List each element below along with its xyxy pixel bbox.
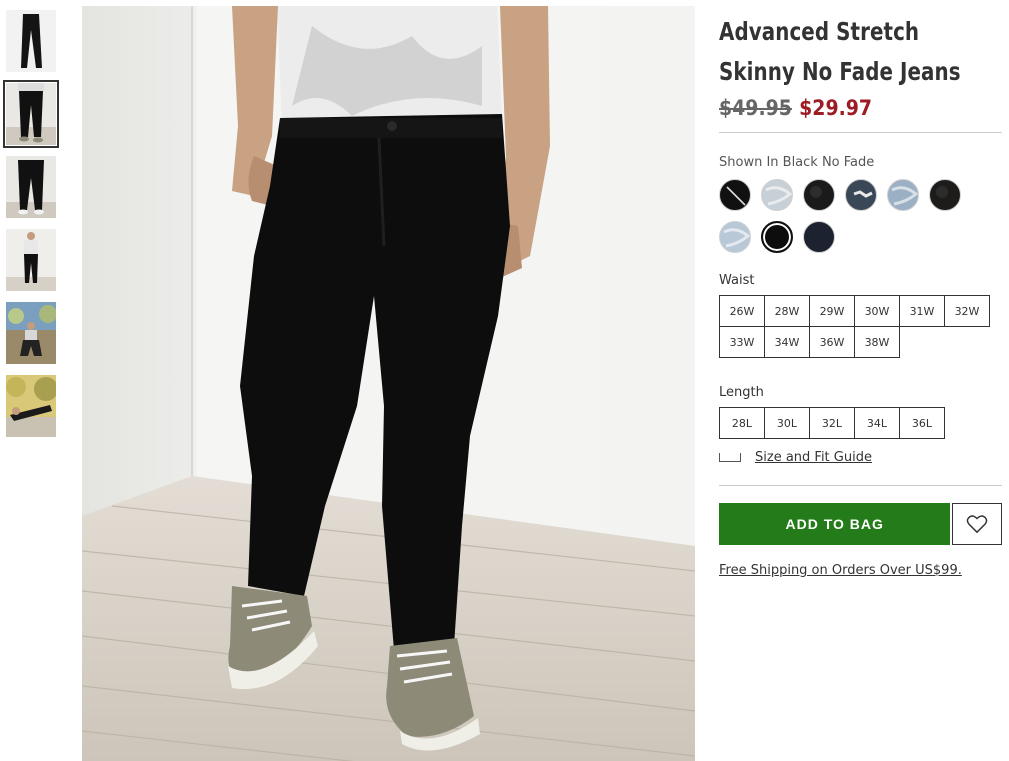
color-swatches [719, 179, 969, 253]
color-swatch[interactable] [803, 221, 835, 253]
price-row: $49.95 $29.97 [719, 96, 974, 126]
waist-size-29w[interactable]: 29W [809, 295, 855, 327]
color-swatch[interactable] [929, 179, 961, 211]
waist-size-34w[interactable]: 34W [764, 326, 810, 358]
product-info: Advanced Stretch Skinny No Fade Jeans $4… [719, 12, 1002, 578]
color-swatch[interactable] [887, 179, 919, 211]
waist-size-28w[interactable]: 28W [764, 295, 810, 327]
thumb-front-legs[interactable] [3, 80, 59, 148]
length-size-32l[interactable]: 32L [809, 407, 855, 439]
length-size-36l[interactable]: 36L [899, 407, 945, 439]
add-to-bag-button[interactable]: ADD TO BAG [719, 503, 951, 545]
thumb-flat-jeans[interactable] [6, 10, 56, 72]
waist-size-38w[interactable]: 38W [854, 326, 900, 358]
color-swatch[interactable] [719, 179, 751, 211]
product-title: Advanced Stretch Skinny No Fade Jeans [719, 12, 974, 92]
thumbnail-list [3, 10, 59, 448]
sale-price: $29.97 [799, 96, 873, 120]
wishlist-button[interactable] [952, 503, 1002, 545]
thumb-outdoor-lying[interactable] [6, 375, 56, 437]
color-swatch[interactable] [845, 179, 877, 211]
original-price: $49.95 [719, 96, 792, 120]
length-label: Length [719, 385, 764, 400]
thumb-back-legs[interactable] [6, 156, 56, 218]
waist-size-32w[interactable]: 32W [944, 295, 990, 327]
waist-size-33w[interactable]: 33W [719, 326, 765, 358]
color-swatch[interactable] [803, 179, 835, 211]
length-size-30l[interactable]: 30L [764, 407, 810, 439]
thumb-full-body[interactable] [6, 229, 56, 291]
heart-icon [966, 515, 988, 534]
color-swatch[interactable] [761, 221, 793, 253]
waist-size-30w[interactable]: 30W [854, 295, 900, 327]
ruler-icon [719, 453, 741, 462]
waist-size-31w[interactable]: 31W [899, 295, 945, 327]
length-size-grid: 28L 30L 32L 34L 36L [719, 407, 989, 439]
cta-row: ADD TO BAG [719, 503, 1002, 545]
color-swatch[interactable] [761, 179, 793, 211]
color-swatch[interactable] [719, 221, 751, 253]
divider [719, 132, 1002, 133]
waist-size-grid: 26W 28W 29W 30W 31W 32W 33W 34W 36W 38W [719, 295, 990, 358]
waist-size-36w[interactable]: 36W [809, 326, 855, 358]
free-shipping-link[interactable]: Free Shipping on Orders Over US$99. [719, 563, 1002, 578]
waist-label: Waist [719, 273, 755, 288]
divider [719, 485, 1002, 486]
size-guide-link[interactable]: Size and Fit Guide [755, 450, 872, 465]
shown-in-color: Shown In Black No Fade [719, 155, 875, 170]
length-size-28l[interactable]: 28L [719, 407, 765, 439]
size-guide-row: Size and Fit Guide [719, 450, 1002, 465]
waist-size-26w[interactable]: 26W [719, 295, 765, 327]
thumb-outdoor-sitting[interactable] [6, 302, 56, 364]
main-product-image[interactable] [82, 6, 695, 761]
title-line-2: Skinny No Fade Jeans [719, 57, 961, 86]
length-size-34l[interactable]: 34L [854, 407, 900, 439]
title-line-1: Advanced Stretch [719, 17, 920, 46]
